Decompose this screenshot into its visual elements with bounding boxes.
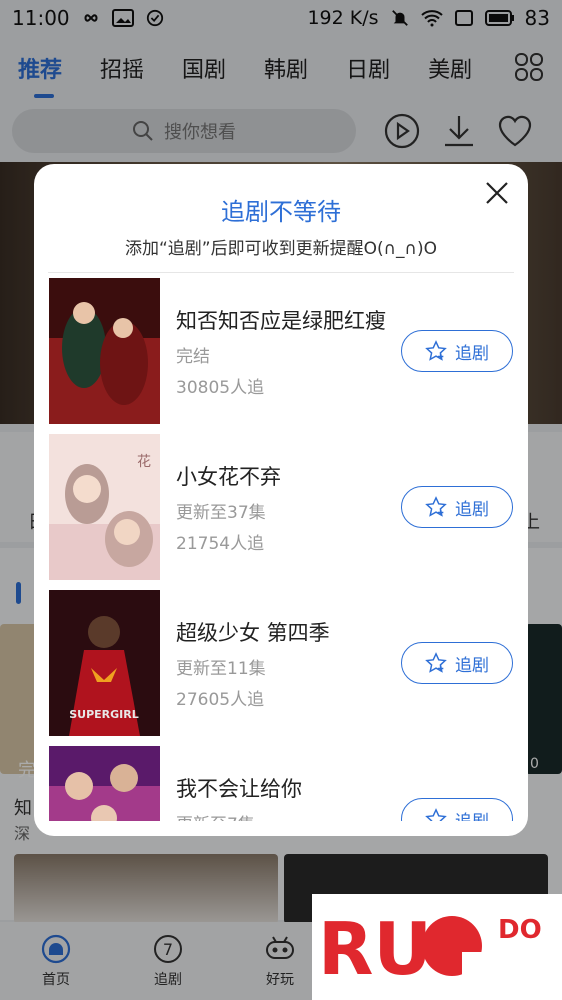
show-poster[interactable]: SUPERGIRL	[49, 590, 160, 736]
show-followers: 27605人追	[176, 690, 265, 710]
svg-text:RU: RU	[318, 907, 432, 991]
follow-button[interactable]: 追剧	[401, 330, 513, 372]
list-item[interactable]: 知否知否应是绿肥红瘦 完结 30805人追 追剧	[49, 278, 515, 424]
show-poster[interactable]	[49, 746, 160, 821]
follow-button[interactable]: 追剧	[401, 798, 513, 821]
show-title: 小女花不弃	[176, 465, 281, 489]
star-add-icon	[425, 496, 447, 517]
show-poster[interactable]: 花	[49, 434, 160, 580]
follow-button[interactable]: 追剧	[401, 642, 513, 684]
follow-dialog: 追剧不等待 添加“追剧”后即可收到更新提醒O(∩_∩)O 知否知否应是绿肥红瘦 …	[34, 164, 528, 836]
follow-button-label: 追剧	[455, 807, 489, 822]
dialog-subtitle: 添加“追剧”后即可收到更新提醒O(∩_∩)O	[124, 239, 438, 259]
show-list[interactable]: 知否知否应是绿肥红瘦 完结 30805人追 追剧 花 小女花不弃 更新至37集 …	[34, 276, 528, 821]
show-poster[interactable]	[49, 278, 160, 424]
show-title: 知否知否应是绿肥红瘦	[176, 309, 386, 333]
show-status: 更新至37集	[176, 503, 266, 523]
svg-text:SUPERGIRL: SUPERGIRL	[69, 708, 139, 721]
list-item[interactable]: SUPERGIRL 超级少女 第四季 更新至11集 27605人追 追剧	[49, 590, 515, 736]
dialog-title: 追剧不等待	[221, 198, 341, 226]
follow-button[interactable]: 追剧	[401, 486, 513, 528]
divider	[48, 272, 514, 273]
star-add-icon	[425, 652, 447, 673]
watermark-logo: RU DO	[312, 894, 562, 1000]
close-icon[interactable]	[484, 180, 510, 206]
star-add-icon	[425, 340, 447, 361]
svg-text:DO: DO	[498, 915, 542, 945]
list-item[interactable]: 花 小女花不弃 更新至37集 21754人追 追剧	[49, 434, 515, 580]
show-title: 我不会让给你	[176, 777, 302, 801]
show-status: 更新至7集	[176, 810, 255, 821]
show-status: 更新至11集	[176, 659, 266, 679]
show-status: 完结	[176, 347, 210, 367]
follow-button-label: 追剧	[455, 655, 489, 676]
follow-button-label: 追剧	[455, 499, 489, 520]
star-add-icon	[425, 808, 447, 821]
show-followers: 30805人追	[176, 378, 265, 398]
show-followers: 21754人追	[176, 534, 265, 554]
follow-button-label: 追剧	[455, 343, 489, 364]
svg-text:花: 花	[137, 454, 151, 470]
list-item[interactable]: 我不会让给你 更新至7集 追剧	[49, 746, 515, 821]
show-title: 超级少女 第四季	[176, 621, 330, 645]
